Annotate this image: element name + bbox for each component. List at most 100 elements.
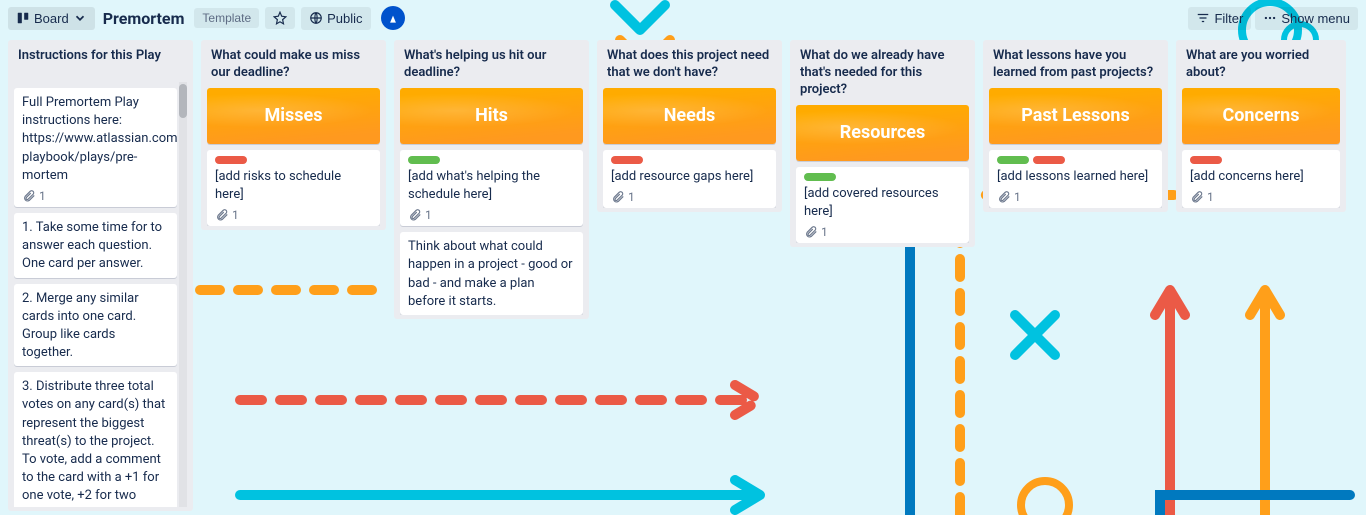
card[interactable]: [add concerns here] 1 bbox=[1182, 150, 1340, 208]
avatar[interactable] bbox=[381, 6, 405, 30]
card-labels bbox=[804, 173, 961, 181]
card-text: Think about what could happen in a proje… bbox=[408, 238, 575, 311]
label-green[interactable] bbox=[997, 156, 1029, 164]
card[interactable]: Needs bbox=[603, 88, 776, 144]
card-text: [add risks to schedule here] bbox=[215, 168, 372, 204]
list-title[interactable]: What are you worried about? bbox=[1182, 46, 1340, 88]
list-title[interactable]: What does this project need that we don'… bbox=[603, 46, 776, 88]
card-labels bbox=[408, 156, 575, 164]
attachment-icon bbox=[997, 190, 1011, 204]
card-badges: 1 bbox=[804, 225, 961, 239]
list-title[interactable]: Instructions for this Play bbox=[14, 46, 187, 82]
star-icon bbox=[273, 11, 287, 25]
attachment-icon bbox=[215, 208, 229, 222]
card-labels bbox=[997, 156, 1154, 164]
card[interactable]: [add lessons learned here] 1 bbox=[989, 150, 1162, 208]
attachment-icon bbox=[22, 189, 36, 203]
list-cards: Misses [add risks to schedule here] 1 bbox=[207, 88, 380, 226]
card[interactable]: 3. Distribute three total votes on any c… bbox=[14, 372, 177, 507]
attachment-count: 1 bbox=[39, 189, 46, 203]
card-text: 2. Merge any similar cards into one card… bbox=[22, 290, 169, 363]
list-cards: Resources [add covered resources here] 1 bbox=[796, 105, 969, 243]
card-text: [add covered resources here] bbox=[804, 185, 961, 221]
card[interactable]: Misses bbox=[207, 88, 380, 144]
list: Instructions for this PlayInstructionsFu… bbox=[8, 40, 193, 511]
list-cards: Needs [add resource gaps here] 1 bbox=[603, 88, 776, 208]
card-text: [add lessons learned here] bbox=[997, 168, 1154, 186]
visibility-button[interactable]: Public bbox=[301, 7, 370, 30]
attachment-count: 1 bbox=[232, 208, 239, 222]
label-red[interactable] bbox=[1190, 156, 1222, 164]
attachment-count: 1 bbox=[1014, 190, 1021, 204]
card-labels bbox=[611, 156, 768, 164]
list: What could make us miss our deadline?Mis… bbox=[201, 40, 386, 230]
attachment-icon bbox=[611, 190, 625, 204]
card[interactable]: [add risks to schedule here] 1 bbox=[207, 150, 380, 226]
card-text: Full Premortem Play instructions here: h… bbox=[22, 94, 169, 185]
board-header: Board Premortem Template Public Filter S… bbox=[0, 0, 1366, 36]
card-text: [add concerns here] bbox=[1190, 168, 1332, 186]
show-menu-label: Show menu bbox=[1281, 11, 1350, 26]
list-cards: Hits [add what's helping the schedule her… bbox=[400, 88, 583, 315]
card-labels bbox=[215, 156, 372, 164]
card-cover: Concerns bbox=[1182, 88, 1340, 144]
attachment-icon bbox=[804, 225, 818, 239]
card-labels bbox=[1190, 156, 1332, 164]
visibility-label: Public bbox=[327, 11, 362, 26]
attachment-count: 1 bbox=[1207, 190, 1214, 204]
chevron-down-icon bbox=[73, 11, 87, 25]
card-badges: 1 bbox=[611, 190, 768, 204]
card-text: [add what's helping the schedule here] bbox=[408, 168, 575, 204]
filter-button[interactable]: Filter bbox=[1188, 7, 1251, 30]
list: What does this project need that we don'… bbox=[597, 40, 782, 212]
card[interactable]: 2. Merge any similar cards into one card… bbox=[14, 284, 177, 367]
card-cover: Past Lessons bbox=[989, 88, 1162, 144]
card[interactable]: Past Lessons bbox=[989, 88, 1162, 144]
card[interactable]: Hits bbox=[400, 88, 583, 144]
card[interactable]: Resources bbox=[796, 105, 969, 161]
card-badges: 1 bbox=[1190, 190, 1332, 204]
attachment-icon bbox=[408, 208, 422, 222]
card-badges: 1 bbox=[215, 208, 372, 222]
star-button[interactable] bbox=[265, 7, 295, 29]
label-red[interactable] bbox=[611, 156, 643, 164]
card[interactable]: 1. Take some time for to answer each que… bbox=[14, 213, 177, 278]
atlassian-icon bbox=[386, 11, 400, 25]
filter-label: Filter bbox=[1214, 11, 1243, 26]
list-title[interactable]: What do we already have that's needed fo… bbox=[796, 46, 969, 105]
card-text: 1. Take some time for to answer each que… bbox=[22, 219, 169, 274]
board-title[interactable]: Premortem bbox=[103, 9, 185, 28]
attachment-count: 1 bbox=[628, 190, 635, 204]
card[interactable]: Think about what could happen in a proje… bbox=[400, 232, 583, 315]
list-title[interactable]: What's helping us hit our deadline? bbox=[400, 46, 583, 88]
label-red[interactable] bbox=[1033, 156, 1065, 164]
attachment-count: 1 bbox=[821, 225, 828, 239]
list-cards: Past Lessons [add lessons learned here] 1 bbox=[989, 88, 1162, 208]
card-badges: 1 bbox=[997, 190, 1154, 204]
show-menu-button[interactable]: Show menu bbox=[1255, 7, 1358, 30]
view-switcher-label: Board bbox=[34, 11, 69, 26]
card-text: [add resource gaps here] bbox=[611, 168, 768, 186]
card[interactable]: Full Premortem Play instructions here: h… bbox=[14, 88, 177, 207]
card[interactable]: [add what's helping the schedule here]1 bbox=[400, 150, 583, 226]
card[interactable]: [add covered resources here] 1 bbox=[796, 167, 969, 243]
card[interactable]: Concerns bbox=[1182, 88, 1340, 144]
card-badges: 1 bbox=[22, 189, 169, 203]
card-cover: Needs bbox=[603, 88, 776, 144]
board-canvas: Instructions for this PlayInstructionsFu… bbox=[0, 36, 1366, 515]
list-title[interactable]: What could make us miss our deadline? bbox=[207, 46, 380, 88]
filter-icon bbox=[1196, 11, 1210, 25]
globe-icon bbox=[309, 11, 323, 25]
list-cards: Concerns [add concerns here] 1 bbox=[1182, 88, 1340, 208]
view-switcher[interactable]: Board bbox=[8, 7, 95, 30]
card[interactable]: [add resource gaps here] 1 bbox=[603, 150, 776, 208]
list-title[interactable]: What lessons have you learned from past … bbox=[989, 46, 1162, 88]
label-green[interactable] bbox=[408, 156, 440, 164]
label-green[interactable] bbox=[804, 173, 836, 181]
attachment-icon bbox=[1190, 190, 1204, 204]
list: What do we already have that's needed fo… bbox=[790, 40, 975, 247]
label-red[interactable] bbox=[215, 156, 247, 164]
scrollbar[interactable] bbox=[179, 82, 187, 507]
scrollbar-thumb[interactable] bbox=[179, 84, 187, 118]
template-badge[interactable]: Template bbox=[194, 8, 259, 28]
